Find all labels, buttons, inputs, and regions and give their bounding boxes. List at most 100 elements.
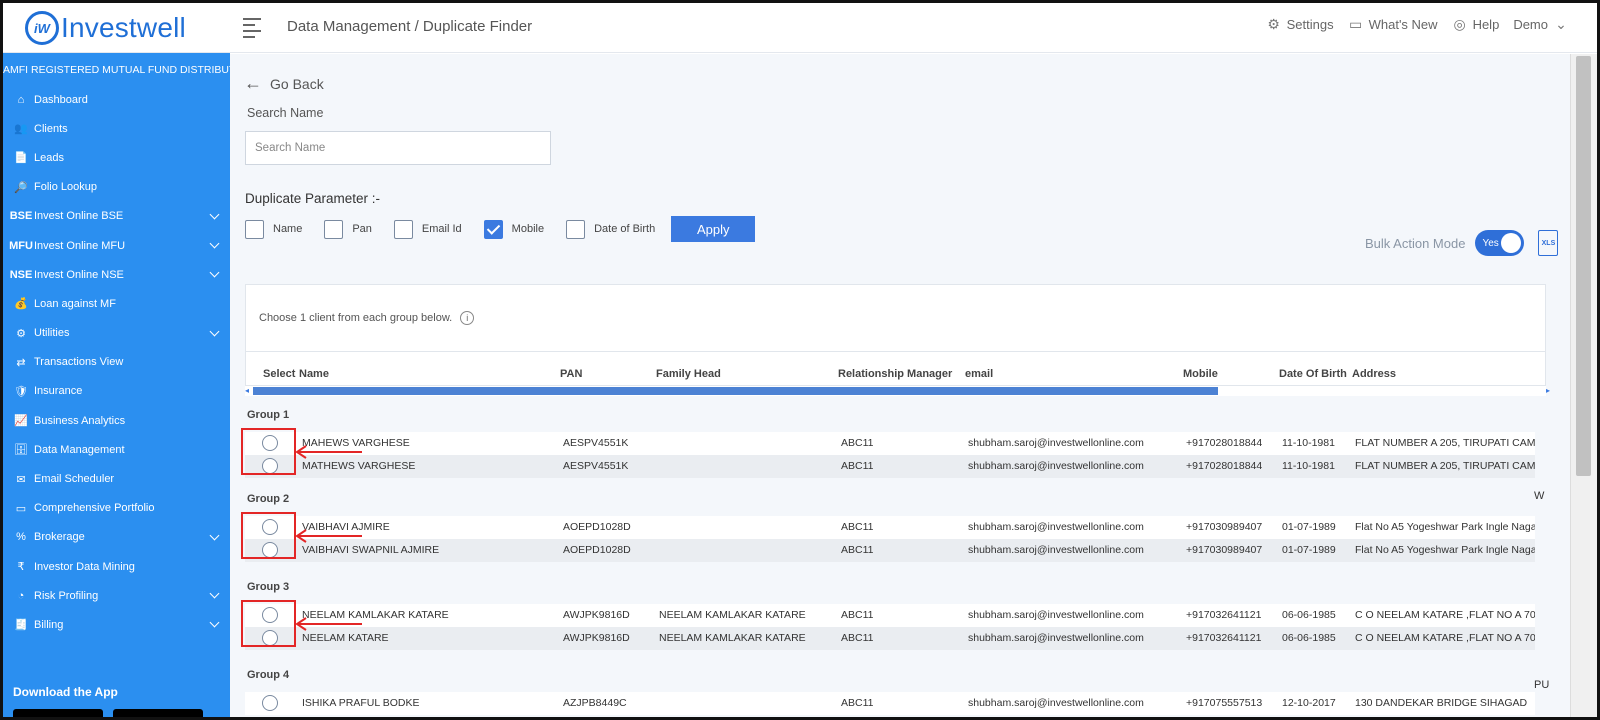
bse-icon: BSE [9,210,33,223]
chevron-down-icon[interactable] [209,530,220,541]
help-label: Help [1472,16,1500,32]
instruction-box: Choose 1 client from each group below. i [245,284,1546,352]
chevron-down-icon[interactable] [209,267,220,278]
sidebar-item-business-analytics[interactable]: 📈 Business Analytics [3,406,230,435]
sidebar-item-brokerage[interactable]: % Brokerage [3,523,230,552]
column-header-family-head[interactable]: Family Head [656,368,721,380]
column-header-relationship-manager[interactable]: Relationship Manager [838,368,952,380]
cell-address: Flat No A5 Yogeshwar Park Ingle Nagar [1355,544,1535,556]
info-icon[interactable]: i [460,311,475,325]
checkbox-box[interactable] [393,219,413,239]
sidebar-item-email-scheduler[interactable]: ✉ Email Scheduler [3,464,230,493]
cell-email: shubham.saroj@investwellonline.com [968,460,1144,472]
search-name-input[interactable] [245,131,551,165]
column-header-address[interactable]: Address [1352,368,1396,380]
sidebar-item-data-management[interactable]: 🗄 Data Management [3,435,230,464]
sidebar-item-insurance[interactable]: 🛡 Insurance [3,377,230,406]
highlight-box [241,428,296,475]
chevron-down-icon: ⌄ [1555,16,1567,32]
scrollbar-thumb[interactable] [1576,56,1591,476]
sidebar-item-clients[interactable]: 👥 Clients [3,114,230,143]
sidebar-item-comprehensive-portfolio[interactable]: ▭ Comprehensive Portfolio [3,494,230,523]
sidebar-tagline: AMFI REGISTERED MUTUAL FUND DISTRIBUTOR [3,64,251,76]
sidebar-item-utilities[interactable]: ⚙ Utilities [3,319,230,348]
table-row[interactable]: NEELAM KAMLAKAR KATARE AWJPK9816D NEELAM K… [245,604,1535,627]
play-store-badge[interactable] [113,709,203,717]
column-header-mobile[interactable]: Mobile [1183,368,1218,380]
column-header-name[interactable]: Name [299,368,329,380]
checkbox-box[interactable] [483,219,503,239]
bulk-action-toggle[interactable]: Yes [1475,230,1525,256]
sidebar-item-investor-data-mining[interactable]: ₹ Investor Data Mining [3,552,230,581]
sidebar-item-invest-online-bse[interactable]: BSE Invest Online BSE [3,202,230,231]
sidebar-item-dashboard[interactable]: ⌂ Dashboard [3,85,230,114]
chevron-down-icon[interactable] [209,209,220,220]
cell-family: NEELAM KAMLAKAR KATARE [659,632,806,644]
select-radio[interactable] [262,695,278,711]
table-row[interactable]: MATHEWS VARGHESE AESPV4551K ABC11 shubham.s… [245,455,1535,478]
help-link[interactable]: ◎ Help [1452,16,1500,32]
document-icon: 📄 [14,152,28,165]
sidebar-item-invest-online-nse[interactable]: NSE Invest Online NSE [3,260,230,289]
table-row[interactable]: ISHIKA PRAFUL BODKE AZJPB8449C ABC11 shubha… [245,692,1535,715]
chevron-down-icon[interactable] [209,588,220,599]
chevron-down-icon[interactable] [209,326,220,336]
chevron-down-icon[interactable] [209,617,220,628]
table-row[interactable]: VAIBHAVI AJMIRE AOEPD1028D ABC11 shubham.sa… [245,516,1535,539]
param-date-of-birth-checkbox[interactable]: Date of Birth [566,219,656,239]
cell-address: FLAT NUMBER A 205, TIRUPATI CAM [1355,437,1535,449]
sidebar-item-label: Clients [34,122,68,135]
menu-toggle-icon[interactable] [243,18,261,38]
logo[interactable]: iW Investwell [3,3,230,53]
column-header-select[interactable]: Select [263,368,295,380]
download-app-label: Download the App [13,685,118,699]
apply-button[interactable]: Apply [671,216,756,242]
sidebar-item-folio-lookup[interactable]: 🔎 Folio Lookup [3,173,230,202]
sidebar-item-invest-online-mfu[interactable]: MFU Invest Online MFU [3,231,230,260]
scroll-right-icon[interactable]: ▸ [1546,386,1550,395]
scroll-left-icon[interactable]: ◂ [245,386,249,395]
column-header-date-of-birth[interactable]: Date Of Birth [1279,368,1347,380]
toggle-state-label: Yes [1482,237,1499,249]
vertical-scrollbar[interactable] [1570,54,1597,717]
overflow-column-text: PU [1534,679,1550,691]
checkbox-label: Email Id [421,223,462,235]
sidebar-item-risk-profiling[interactable]: ◔ Risk Profiling [3,581,230,610]
param-mobile-checkbox[interactable]: Mobile [483,219,545,239]
sidebar-item-label: Folio Lookup [34,181,97,194]
whats-new-link[interactable]: ▭ What's New [1348,16,1438,32]
loan-icon: 💰 [14,298,28,311]
horizontal-scrollbar[interactable]: ◂ ▸ [245,386,1550,396]
checkbox-box[interactable] [566,219,586,239]
param-name-checkbox[interactable]: Name [245,219,302,239]
table-row[interactable]: MAHEWS VARGHESE AESPV4551K ABC11 shubham.sa… [245,432,1535,455]
chevron-down-icon[interactable] [209,238,220,249]
sidebar-item-leads[interactable]: 📄 Leads [3,143,230,172]
settings-link[interactable]: ⚙ Settings [1266,16,1333,32]
cell-family: NEELAM KAMLAKAR KATARE [659,609,806,621]
checkbox-box[interactable] [245,219,264,239]
xls-download-icon[interactable]: XLS [1538,230,1559,256]
sidebar-item-billing[interactable]: 🧾 Billing [3,610,230,639]
checkbox-label: Mobile [511,223,545,235]
cell-email: shubham.saroj@investwellonline.com [968,632,1144,644]
sidebar-item-loan-against-mf[interactable]: 💰 Loan against MF [3,289,230,318]
user-menu[interactable]: Demo ⌄ [1513,16,1569,32]
app-store-badge[interactable] [13,709,103,717]
param-pan-checkbox[interactable]: Pan [324,219,372,239]
cell-dob: 01-07-1989 [1282,544,1336,556]
checkbox-label: Date of Birth [594,223,656,235]
message-icon: ▭ [1348,16,1363,32]
go-back-link[interactable]: ← Go Back [244,73,324,94]
logo-text: Investwell [61,12,186,43]
column-header-pan[interactable]: PAN [560,368,582,380]
table-row[interactable]: NEELAM KATARE AWJPK9816D NEELAM KAMLAKAR K… [245,627,1535,650]
param-email-id-checkbox[interactable]: Email Id [393,219,462,239]
sidebar-item-transactions-view[interactable]: ⇄ Transactions View [3,348,230,377]
column-header-email[interactable]: email [965,368,993,380]
scroll-thumb[interactable] [253,387,1218,395]
sidebar-item-label: Leads [34,151,64,164]
cell-address: C O NEELAM KATARE ,FLAT NO A 70 [1355,632,1535,644]
table-row[interactable]: VAIBHAVI SWAPNIL AJMIRE AOEPD1028D ABC11 sh… [245,539,1535,562]
checkbox-box[interactable] [324,219,344,239]
